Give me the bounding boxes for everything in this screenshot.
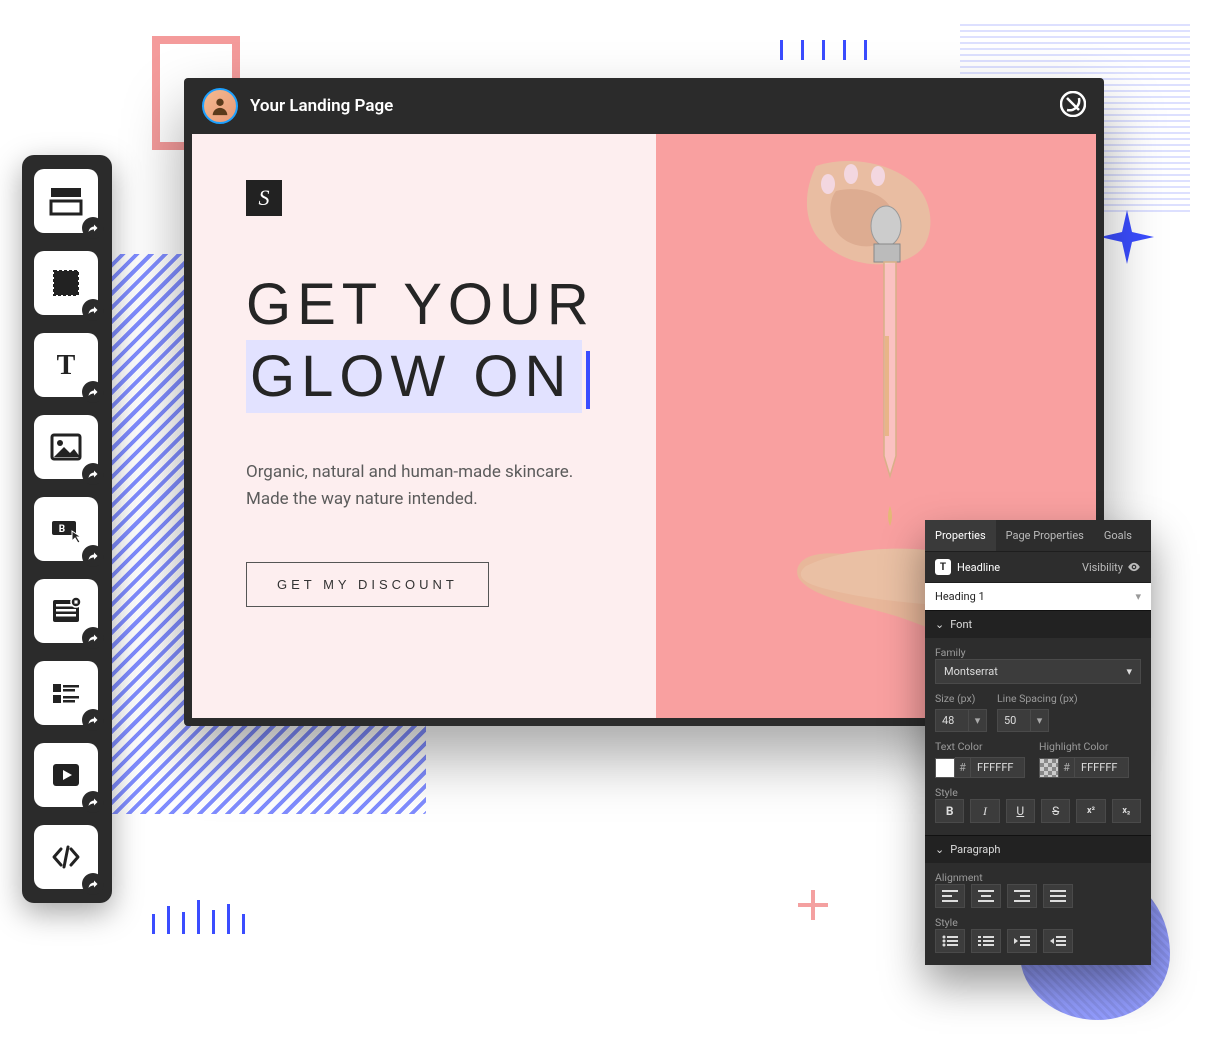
italic-button[interactable]: I — [970, 799, 999, 823]
page-title: Your Landing Page — [250, 96, 393, 116]
brand-logo-icon — [1060, 91, 1086, 122]
share-icon — [82, 217, 104, 239]
font-size-stepper[interactable]: ▾ — [969, 709, 987, 732]
visibility-label: Visibility — [1082, 561, 1123, 574]
button-tool[interactable]: B — [34, 497, 98, 561]
style-label: Style — [935, 786, 1141, 799]
decorative-star-icon — [1100, 210, 1154, 264]
headline-line1: GET YOUR — [246, 270, 608, 340]
element-label: Headline — [957, 561, 1000, 574]
hash-label: # — [1059, 757, 1075, 778]
share-icon — [82, 709, 104, 731]
share-icon — [82, 463, 104, 485]
share-icon — [82, 791, 104, 813]
tab-properties[interactable]: Properties — [925, 520, 996, 551]
highlight-color-label: Highlight Color — [1039, 740, 1129, 753]
html-tool[interactable] — [34, 825, 98, 889]
panel-tabs: Properties Page Properties Goals — [925, 520, 1151, 551]
share-icon — [82, 545, 104, 567]
image-tool[interactable] — [34, 415, 98, 479]
numbered-list-button[interactable] — [971, 929, 1001, 953]
eye-icon[interactable] — [1127, 560, 1141, 574]
text-element-icon: T — [935, 559, 951, 575]
text-tool[interactable]: T — [34, 333, 98, 397]
text-cursor — [586, 351, 590, 409]
chevron-down-icon: ⌄ — [935, 843, 944, 856]
hash-label: # — [955, 757, 971, 778]
toolbox: T B — [22, 155, 112, 903]
avatar[interactable] — [202, 88, 238, 124]
family-label: Family — [935, 646, 1141, 659]
page-logo[interactable]: S — [246, 180, 282, 216]
share-icon — [82, 299, 104, 321]
chevron-down-icon: ⌄ — [935, 618, 944, 631]
size-label: Size (px) — [935, 692, 987, 705]
decorative-tally-bottom — [152, 900, 245, 934]
tab-goals[interactable]: Goals — [1094, 520, 1142, 551]
subcopy-text[interactable]: Organic, natural and human-made skincare… — [246, 459, 606, 513]
text-color-swatch[interactable] — [935, 758, 955, 778]
share-icon — [82, 873, 104, 895]
outdent-button[interactable] — [1007, 929, 1037, 953]
chevron-down-icon: ▾ — [1126, 665, 1132, 678]
bold-button[interactable]: B — [935, 799, 964, 823]
font-family-select[interactable]: Montserrat ▾ — [935, 659, 1141, 684]
share-icon — [82, 381, 104, 403]
form-tool[interactable] — [34, 579, 98, 643]
highlight-color-hex-input[interactable]: FFFFFF — [1075, 757, 1129, 778]
svg-text:T: T — [57, 350, 76, 381]
svg-text:B: B — [59, 524, 65, 535]
line-spacing-label: Line Spacing (px) — [997, 692, 1078, 705]
properties-panel: Properties Page Properties Goals T Headl… — [925, 520, 1151, 965]
element-type-row: T Headline Visibility — [925, 551, 1151, 582]
tab-page-properties[interactable]: Page Properties — [996, 520, 1094, 551]
paragraph-section-header[interactable]: ⌄ Paragraph — [925, 835, 1151, 863]
decorative-tally-top — [780, 40, 867, 60]
align-left-button[interactable] — [935, 884, 965, 908]
alignment-label: Alignment — [935, 871, 1141, 884]
underline-button[interactable]: U — [1006, 799, 1035, 823]
subscript-button[interactable]: x₂ — [1112, 799, 1141, 823]
strikethrough-button[interactable]: S — [1041, 799, 1070, 823]
highlight-color-swatch[interactable] — [1039, 758, 1059, 778]
cta-button[interactable]: GET MY DISCOUNT — [246, 562, 489, 607]
section-tool[interactable] — [34, 169, 98, 233]
bullet-list-button[interactable] — [935, 929, 965, 953]
box-tool[interactable] — [34, 251, 98, 315]
align-justify-button[interactable] — [1043, 884, 1073, 908]
list-style-label: Style — [935, 916, 1141, 929]
decorative-plus-icon — [798, 890, 828, 920]
headline-text[interactable]: GET YOUR GLOW ON — [246, 270, 608, 413]
share-icon — [82, 627, 104, 649]
line-spacing-stepper[interactable]: ▾ — [1031, 709, 1049, 732]
text-color-label: Text Color — [935, 740, 1025, 753]
font-size-input[interactable]: 48 — [935, 709, 969, 732]
font-section-header[interactable]: ⌄ Font — [925, 610, 1151, 638]
video-tool[interactable] — [34, 743, 98, 807]
headline-line2-selected: GLOW ON — [246, 340, 582, 414]
text-color-hex-input[interactable]: FFFFFF — [971, 757, 1025, 778]
heading-level-select[interactable]: Heading 1 ▾ — [925, 582, 1151, 610]
chevron-down-icon: ▾ — [1135, 590, 1141, 603]
line-spacing-input[interactable]: 50 — [997, 709, 1031, 732]
row-tool[interactable] — [34, 661, 98, 725]
superscript-button[interactable]: x² — [1076, 799, 1105, 823]
indent-button[interactable] — [1043, 929, 1073, 953]
canvas-content: S GET YOUR GLOW ON Organic, natural and … — [192, 134, 656, 718]
align-right-button[interactable] — [1007, 884, 1037, 908]
editor-header: Your Landing Page — [184, 78, 1104, 134]
align-center-button[interactable] — [971, 884, 1001, 908]
